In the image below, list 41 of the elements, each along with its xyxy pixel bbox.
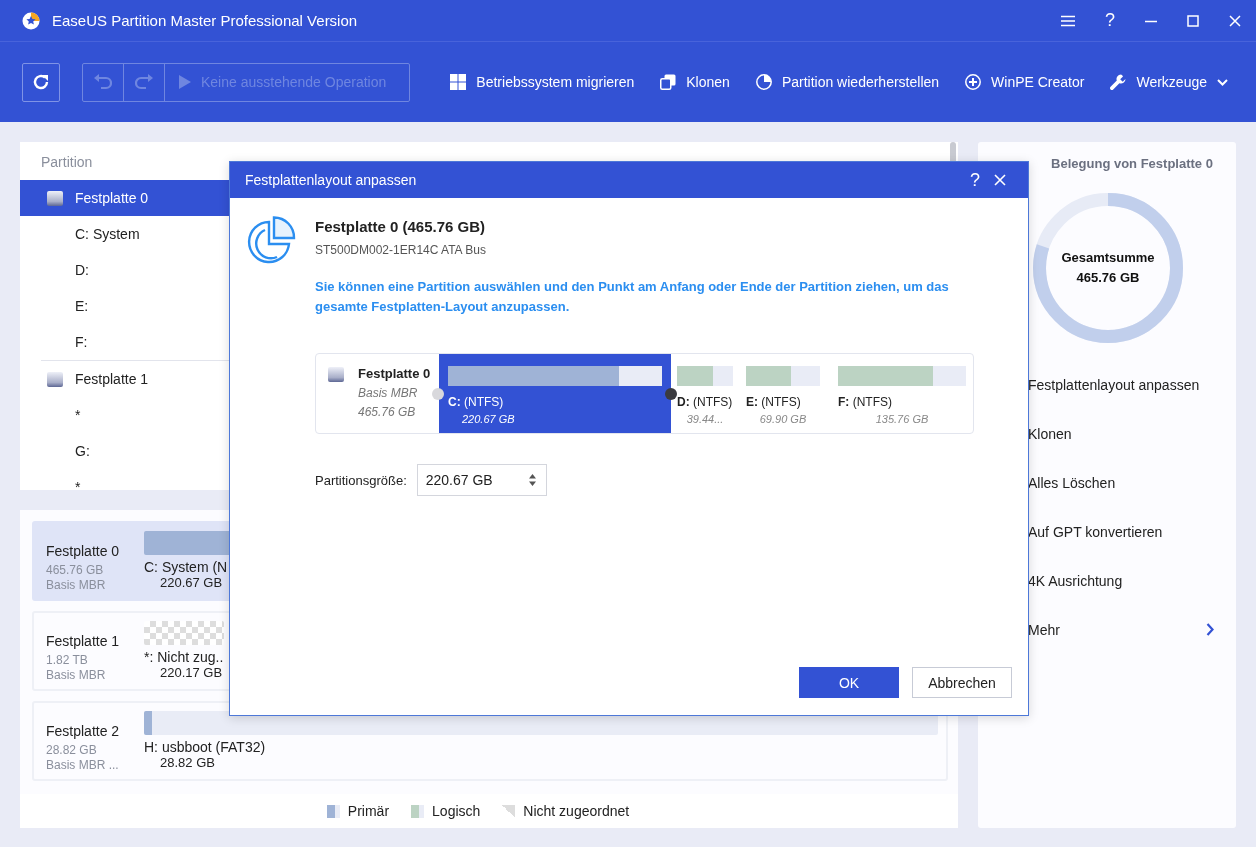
disk-name: Festplatte 0	[358, 366, 431, 381]
disk-size: 1.82 TB	[46, 653, 89, 667]
total-value: 465.76 GB	[1076, 269, 1140, 287]
dialog-title: Festplattenlayout anpassen	[245, 172, 418, 188]
instruction-text: Sie können eine Partition auswählen und den Punkt am Anfang oder Ende der Partition ziehen, um das gesamte Festplatten-Layout anzupassen.	[315, 278, 950, 316]
partition-size: 28.82 GB	[160, 755, 216, 770]
disk-label: Festplatte 0	[75, 190, 149, 206]
legend-label: Logisch	[432, 803, 481, 819]
disk-type: Basis MBR	[358, 386, 419, 400]
legend-label: Primär	[347, 803, 390, 819]
disk-size: 28.82 GB	[46, 743, 98, 757]
partition-size: 220.17 GB	[160, 665, 224, 680]
disk-name: Festplatte 0	[46, 543, 121, 559]
legend-label: Nicht zugeordnet	[523, 803, 630, 819]
disk-size: 465.76 GB	[46, 563, 105, 577]
disk-name: Festplatte 2	[46, 723, 121, 739]
disk-type: Basis MBR	[46, 578, 107, 592]
partition-label: E: (NTFS)	[746, 395, 802, 409]
disk-title: Festplatte 0 (465.76 GB)	[315, 218, 487, 235]
partition-label: C: (NTFS)	[448, 395, 505, 409]
column-header: Partition	[40, 153, 94, 172]
disk-type: Basis MBR ...	[46, 758, 120, 772]
partition-size: 220.67 GB	[160, 575, 224, 590]
partition-size: 69.90 GB	[758, 413, 808, 425]
partition-label: F: (NTFS)	[838, 395, 893, 409]
disk-type: Basis MBR	[46, 668, 107, 682]
window-title: EaseUS Partition Master Professional Version	[52, 12, 358, 29]
disk-label: Festplatte 1	[75, 371, 149, 387]
partition-label: *: Nicht zug..	[144, 649, 225, 665]
partition-size: 220.67 GB	[461, 413, 516, 425]
partition-size: 135.76 GB	[874, 413, 930, 425]
disk-size: 465.76 GB	[358, 405, 417, 419]
disk-name: Festplatte 1	[46, 633, 121, 649]
disk-model: ST500DM002-1ER14C ATA Bus	[315, 243, 487, 257]
field-label: Partitionsgröße:	[315, 472, 407, 488]
partition-label: C: System (N	[144, 559, 229, 575]
partition-label: D: (NTFS)	[677, 395, 733, 409]
total-label: Gesamtsumme	[1061, 249, 1155, 267]
partition-label: H: usbboot (FAT32)	[144, 739, 267, 755]
panel-title: Belegung von Festplatte 0	[1050, 155, 1214, 171]
partition-size: 39.44...	[685, 413, 725, 425]
